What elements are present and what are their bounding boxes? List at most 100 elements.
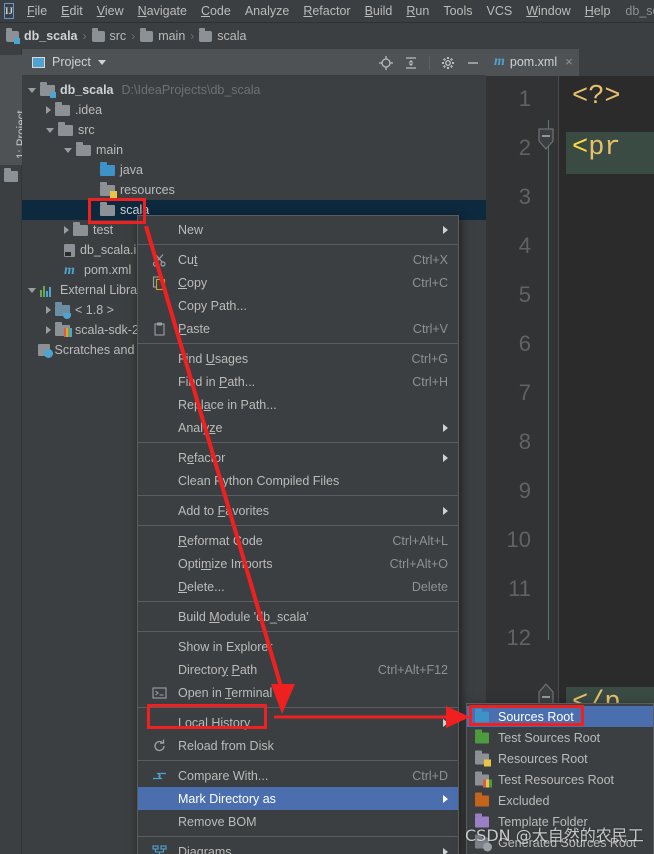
menu-run[interactable]: Run [399,2,436,20]
menu-analyze[interactable]: Analyze [238,2,296,20]
menu-item-optimize-imports[interactable]: Optimize Imports Ctrl+Alt+O [138,552,458,575]
structure-folder-icon[interactable] [4,168,18,182]
menu-item-show-in-explorer[interactable]: Show in Explorer [138,635,458,658]
tree-row-java[interactable]: java [22,160,486,180]
tree-row-db_scala[interactable]: db_scala D:\IdeaProjects\db_scala [22,80,486,100]
menu-item-reformat-code[interactable]: Reformat Code Ctrl+Alt+L [138,529,458,552]
menu-item-refactor[interactable]: Refactor [138,446,458,469]
menu-item-find-in-path[interactable]: Find in Path... Ctrl+H [138,370,458,393]
submenu-item-label: Test Resources Root [498,772,615,787]
gear-icon[interactable] [441,56,455,70]
breadcrumb-item-main[interactable]: main [140,27,185,43]
tree-row-src[interactable]: src [22,120,486,140]
menu-item-build-module[interactable]: Build Module 'db_scala' [138,605,458,628]
breadcrumb-item-db_scala[interactable]: db_scala [6,27,78,44]
chevron-down-icon[interactable] [97,59,106,65]
editor-tab-pom-xml[interactable]: m pom.xml × [486,49,579,76]
menu-navigate[interactable]: Navigate [131,2,194,20]
breadcrumb-item-scala[interactable]: scala [199,27,246,43]
menu-item-paste[interactable]: Paste Ctrl+V [138,317,458,340]
chevron-right-icon[interactable] [46,326,51,334]
folder-icon [6,27,20,44]
chevron-down-icon[interactable] [46,127,54,133]
fold-handle-open[interactable] [537,128,555,150]
menu-vcs[interactable]: VCS [480,2,520,20]
menu-refactor[interactable]: Refactor [296,2,357,20]
menu-item-shortcut: Ctrl+C [412,275,448,290]
line-number: 7 [518,380,531,405]
submenu-item-excluded[interactable]: Excluded [467,790,653,811]
menu-tools[interactable]: Tools [436,2,479,20]
menu-item-copy-path[interactable]: Copy Path... [138,294,458,317]
menu-item-reload-from-disk[interactable]: Reload from Disk [138,734,458,757]
chevron-right-icon [443,423,448,432]
submenu-item-test-sources-root[interactable]: Test Sources Root [467,727,653,748]
breadcrumb-item-src[interactable]: src [91,27,126,43]
breadcrumb: db_scala › src › main › scala [0,23,654,49]
menu-help[interactable]: Help [578,2,618,20]
menu-item-replace-in-path[interactable]: Replace in Path... [138,393,458,416]
scala-sdk-icon [55,321,72,337]
minimize-icon[interactable] [466,56,480,70]
menu-item-label: Show in Explorer [178,639,273,654]
menu-item-analyze[interactable]: Analyze [138,416,458,439]
chevron-down-icon[interactable] [64,147,72,153]
ide-window: IJ File Edit View Navigate Code Analyze … [0,0,654,854]
menu-item-delete[interactable]: Delete... Delete [138,575,458,598]
menu-view[interactable]: View [90,2,131,20]
submenu-item-test-resources-root[interactable]: Test Resources Root [467,769,653,790]
menu-edit[interactable]: Edit [54,2,90,20]
menu-item-label: Replace in Path... [178,397,277,412]
submenu-item-resources-root[interactable]: Resources Root [467,748,653,769]
menu-item-new[interactable]: New [138,218,458,241]
library-icon [40,284,55,297]
tree-row-resources[interactable]: resources [22,180,486,200]
chevron-down-icon[interactable] [28,87,36,93]
menu-item-remove-bom[interactable]: Remove BOM [138,810,458,833]
menu-item-label: Directory Path [178,662,258,677]
tree-row-main[interactable]: main [22,140,486,160]
menu-file[interactable]: File [20,2,54,20]
tree-label: .idea [75,103,103,117]
menu-item-copy[interactable]: Copy Ctrl+C [138,271,458,294]
menu-build[interactable]: Build [358,2,400,20]
project-panel-title: Project [52,55,91,69]
menu-item-diagrams[interactable]: Diagrams [138,840,458,854]
chevron-right-icon[interactable] [64,226,69,234]
tree-row-idea[interactable]: .idea [22,100,486,120]
collapse-all-icon[interactable] [404,56,418,70]
menu-window[interactable]: Window [519,2,577,20]
chevron-right-icon[interactable] [46,106,51,114]
breadcrumb-separator: › [82,29,87,43]
menu-item-open-in-terminal[interactable]: Open in Terminal [138,681,458,704]
scratches-icon [37,344,53,358]
line-number: 2 [518,135,531,160]
menu-item-label: Reload from Disk [178,738,274,753]
menu-item-add-to-favorites[interactable]: Add to Favorites [138,499,458,522]
menu-item-shortcut: Ctrl+Alt+F12 [377,662,448,677]
chevron-right-icon [443,506,448,515]
iml-file-icon [64,243,75,257]
menu-item-compare-with[interactable]: Compare With... Ctrl+D [138,764,458,787]
menu-item-label: Copy Path... [178,298,247,313]
chevron-down-icon[interactable] [28,287,36,293]
menu-item-cut[interactable]: Cut Ctrl+X [138,248,458,271]
menu-item-label: Optimize Imports [178,556,273,571]
submenu-item-sources-root[interactable]: Sources Root [467,706,653,727]
menu-separator [138,836,458,837]
terminal-icon [152,685,167,700]
menu-separator [138,525,458,526]
locate-icon[interactable] [379,55,393,70]
fold-handle-close[interactable] [537,683,555,705]
tool-window-button-project[interactable]: 1: Project [0,55,28,165]
menu-item-local-history[interactable]: Local History [138,711,458,734]
editor-tab-label: pom.xml [509,54,558,69]
menu-item-clean-python-compiled-files[interactable]: Clean Python Compiled Files [138,469,458,492]
menu-item-find-usages[interactable]: Find Usages Ctrl+G [138,347,458,370]
menu-code[interactable]: Code [194,2,238,20]
menu-item-mark-directory-as[interactable]: Mark Directory as [138,787,458,810]
chevron-right-icon[interactable] [46,306,51,314]
line-number: 8 [518,429,531,454]
close-icon[interactable]: × [565,54,573,69]
menu-item-directory-path[interactable]: Directory Path Ctrl+Alt+F12 [138,658,458,681]
